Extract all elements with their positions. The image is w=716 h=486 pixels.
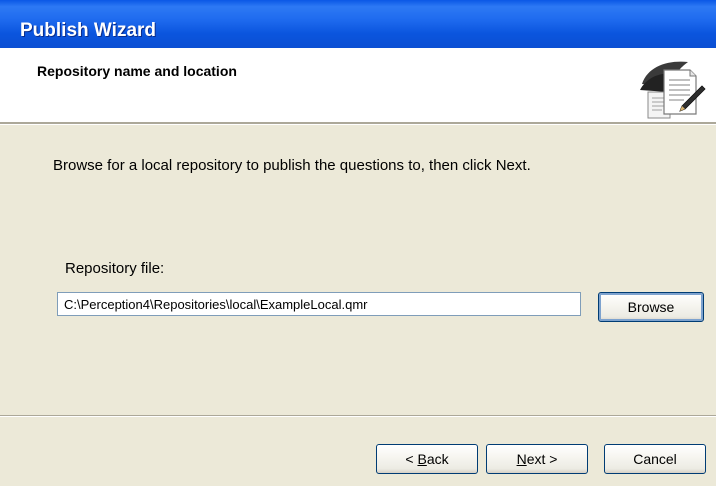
header-panel: Repository name and location [0, 48, 716, 122]
back-prefix: < [405, 451, 418, 467]
back-button[interactable]: < Back [376, 444, 478, 474]
page-title: Repository name and location [37, 63, 237, 79]
instruction-text: Browse for a local repository to publish… [53, 157, 531, 174]
window-title: Publish Wizard [20, 20, 157, 41]
cancel-button[interactable]: Cancel [604, 444, 706, 474]
back-label-rest: ack [426, 451, 449, 467]
next-button[interactable]: Next > [486, 444, 588, 474]
next-mnemonic: N [516, 451, 527, 467]
browse-button[interactable]: Browse [598, 292, 704, 322]
header-divider [0, 122, 716, 125]
back-mnemonic: B [417, 451, 427, 467]
publish-wizard-window: Publish Wizard Repository name and locat… [0, 0, 716, 486]
repository-file-label: Repository file: [65, 260, 165, 277]
publish-document-icon [638, 56, 706, 122]
next-label-rest: ext > [526, 451, 558, 467]
repository-file-input[interactable] [57, 292, 581, 316]
footer-divider [0, 415, 716, 417]
title-bar[interactable]: Publish Wizard [0, 0, 716, 48]
